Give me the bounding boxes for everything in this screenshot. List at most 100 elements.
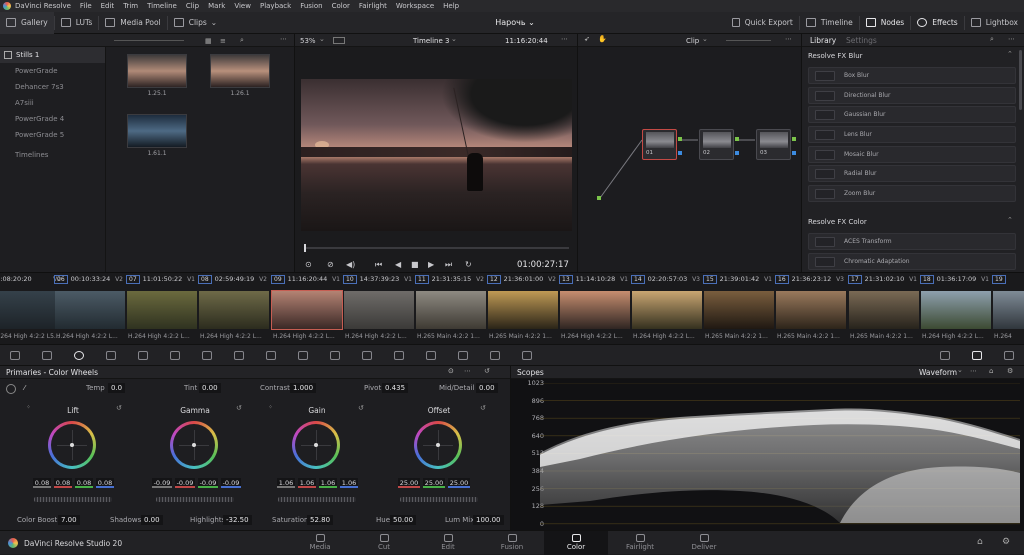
- section-blur-title[interactable]: Resolve FX Blur: [808, 52, 863, 60]
- album-item[interactable]: Dehancer 7s3: [0, 79, 105, 95]
- qualifier-icon[interactable]: [266, 351, 276, 360]
- quick-export-button[interactable]: Quick Export: [726, 12, 799, 34]
- picker-icon[interactable]: ⁄: [24, 384, 25, 392]
- page-tab-fairlight[interactable]: Fairlight: [608, 531, 672, 555]
- home-icon[interactable]: ⌂: [977, 537, 983, 547]
- color-match-icon[interactable]: [42, 351, 52, 360]
- scopes-toggle-icon[interactable]: [972, 351, 982, 360]
- reset-icon[interactable]: ↺: [236, 404, 242, 412]
- gain-r[interactable]: 1.06: [298, 478, 316, 488]
- search-icon[interactable]: ⌕: [990, 35, 994, 44]
- menu-file[interactable]: File: [80, 2, 92, 10]
- camera-raw-icon[interactable]: [10, 351, 20, 360]
- sizing-icon[interactable]: [458, 351, 468, 360]
- fx-box-blur[interactable]: Box Blur: [808, 67, 1016, 84]
- fx-aces-transform[interactable]: ACES Transform: [808, 233, 1016, 250]
- timeline-clip[interactable]: 18 01:36:17:09 V1 H.264 High 4:2:2 L...: [920, 273, 992, 345]
- page-tab-deliver[interactable]: Deliver: [672, 531, 736, 555]
- tab-library[interactable]: Library: [810, 36, 836, 45]
- scope-settings-icon[interactable]: ⚙: [1007, 367, 1013, 375]
- jog-icon[interactable]: ⊙: [305, 260, 312, 269]
- lift-y[interactable]: 0.08: [33, 478, 51, 488]
- timeline-clip[interactable]: 16 21:36:23:12 V3 H.265 Main 4:2:2 1...: [775, 273, 847, 345]
- node-output-port[interactable]: [678, 137, 682, 141]
- page-tab-media[interactable]: Media: [288, 531, 352, 555]
- more-options-icon[interactable]: ⋯: [1008, 35, 1015, 43]
- album-item[interactable]: PowerGrade 5: [0, 127, 105, 143]
- node-editor[interactable]: ➶ ✋ Clip ⌄ ⋯ 01 02 03: [578, 34, 802, 272]
- rgb-mixer-icon[interactable]: [106, 351, 116, 360]
- clips-button[interactable]: Clips ⌄: [168, 12, 223, 34]
- lift-g[interactable]: 0.08: [75, 478, 93, 488]
- list-view-icon[interactable]: ≡: [220, 37, 226, 45]
- timeline-clip[interactable]: 19 H.264: [992, 273, 1024, 345]
- page-tab-color[interactable]: Color: [544, 531, 608, 555]
- gain-y[interactable]: 1.06: [277, 478, 295, 488]
- search-icon[interactable]: ⌕: [240, 36, 244, 45]
- luts-button[interactable]: LUTs: [55, 12, 99, 34]
- last-frame-icon[interactable]: ⏭: [445, 260, 452, 270]
- magic-mask-icon[interactable]: [362, 351, 372, 360]
- nodes-button[interactable]: Nodes: [860, 12, 910, 34]
- more-options-icon[interactable]: ⋯: [970, 367, 977, 375]
- fx-lens-blur[interactable]: Lens Blur: [808, 126, 1016, 143]
- gamma-r[interactable]: -0.09: [175, 478, 195, 488]
- lum-mix-value[interactable]: 100.00: [473, 515, 504, 525]
- timeline-clip[interactable]: 15 21:39:01:42 V1 H.265 Main 4:2:2 1...: [703, 273, 775, 345]
- loop-mode-icon[interactable]: ⊘: [327, 260, 334, 269]
- menu-trim[interactable]: Trim: [123, 2, 138, 10]
- timeline-clip[interactable]: 07 11:01:50:22 V1 H.264 High 4:2:2 L...: [126, 273, 198, 345]
- loop-icon[interactable]: ↻: [465, 260, 472, 269]
- color-node-02[interactable]: 02: [699, 129, 734, 160]
- lift-r[interactable]: 0.08: [54, 478, 72, 488]
- menu-help[interactable]: Help: [443, 2, 459, 10]
- curves-icon[interactable]: [202, 351, 212, 360]
- timeline-clip[interactable]: 13 11:14:10:28 V1 H.264 High 4:2:2 L...: [559, 273, 631, 345]
- fx-zoom-blur[interactable]: Zoom Blur: [808, 185, 1016, 202]
- fx-tool-icon[interactable]: [940, 351, 950, 360]
- settings-icon[interactable]: ⚙: [1002, 537, 1010, 547]
- zoom-level[interactable]: 53%: [300, 37, 316, 45]
- contrast-value[interactable]: 1.000: [290, 383, 317, 393]
- fx-mosaic-blur[interactable]: Mosaic Blur: [808, 146, 1016, 163]
- reset-icon[interactable]: ⊙: [448, 367, 454, 375]
- page-tab-edit[interactable]: Edit: [416, 531, 480, 555]
- input-port[interactable]: [597, 196, 601, 200]
- play-icon[interactable]: ▶: [428, 260, 434, 269]
- gamma-y[interactable]: -0.09: [152, 478, 172, 488]
- timeline-clip[interactable]: 11 21:31:35:15 V2 H.265 Main 4:2:2 1...: [415, 273, 487, 345]
- offset-b[interactable]: 25.00: [448, 478, 470, 488]
- menu-color[interactable]: Color: [332, 2, 350, 10]
- wheel-puck[interactable]: [314, 443, 318, 447]
- fx-chromatic-adaptation[interactable]: Chromatic Adaptation: [808, 253, 1016, 270]
- wheel-puck[interactable]: [192, 443, 196, 447]
- chevron-down-icon[interactable]: ⌄: [957, 366, 963, 374]
- primaries-title[interactable]: Primaries - Color Wheels: [6, 368, 98, 377]
- chevron-down-icon[interactable]: ⌄: [451, 35, 457, 43]
- library-scrollbar[interactable]: [1019, 50, 1022, 110]
- timeline-clip[interactable]: 12 21:36:01:00 V2 H.265 Main 4:2:2 1...: [487, 273, 559, 345]
- color-node-01[interactable]: 01: [642, 129, 677, 160]
- node-key-port[interactable]: [792, 151, 796, 155]
- timeline-clip[interactable]: 10 14:37:39:23 V1 H.264 High 4:2:2 L...: [343, 273, 415, 345]
- speaker-icon[interactable]: ◀): [346, 260, 355, 269]
- lift-wheel[interactable]: [48, 421, 96, 469]
- page-tab-cut[interactable]: Cut: [352, 531, 416, 555]
- menu-mark[interactable]: Mark: [208, 2, 225, 10]
- color-wheels-icon[interactable]: [74, 351, 84, 360]
- temp-value[interactable]: 0.0: [108, 383, 126, 393]
- effects-button[interactable]: Effects: [911, 12, 964, 34]
- project-title[interactable]: Нарочь ⌄: [470, 12, 560, 34]
- offset-g[interactable]: 25.00: [423, 478, 445, 488]
- offset-r[interactable]: 25.00: [398, 478, 420, 488]
- chevron-down-icon[interactable]: ⌄: [319, 35, 325, 43]
- fx-gaussian-blur[interactable]: Gaussian Blur: [808, 106, 1016, 123]
- lift-master-wheel[interactable]: [34, 497, 112, 502]
- gain-g[interactable]: 1.06: [319, 478, 337, 488]
- more-options-icon[interactable]: ⋯: [464, 367, 471, 375]
- play-reverse-icon[interactable]: ◀: [395, 260, 401, 269]
- timeline-button[interactable]: Timeline: [800, 12, 859, 34]
- timeline-clip[interactable]: 06 00:10:33:24 V2 H.264 High 4:2:2 L...: [54, 273, 126, 345]
- album-item[interactable]: Stills 1: [0, 47, 105, 63]
- fx-directional-blur[interactable]: Directional Blur: [808, 87, 1016, 104]
